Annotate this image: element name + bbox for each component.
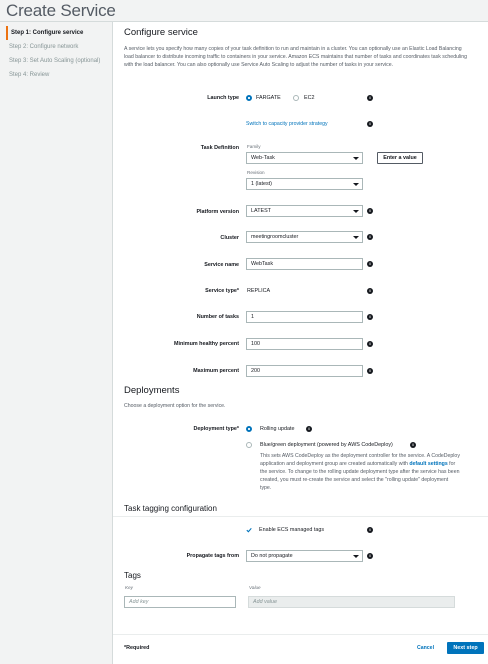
launch-type-label: Launch type	[207, 95, 239, 101]
info-icon[interactable]: i	[367, 261, 373, 267]
info-icon[interactable]: i	[367, 527, 373, 533]
service-type-value: REPLICA	[247, 288, 271, 294]
platform-version-value: LATEST	[251, 208, 271, 214]
chevron-down-icon	[353, 157, 359, 160]
ecs-managed-tags-label: Enable ECS managed tags	[259, 527, 325, 533]
deployments-heading: Deployments	[124, 385, 180, 396]
blue-green-label: Blue/green deployment (powered by AWS Co…	[260, 442, 393, 448]
deployments-description: Choose a deployment option for the servi…	[124, 403, 226, 409]
task-definition-label: Task Definition	[200, 145, 239, 151]
cluster-select[interactable]: meetingroomcluster	[246, 231, 363, 243]
page-title: Create Service	[6, 1, 116, 20]
cluster-value: meetingroomcluster	[251, 234, 299, 240]
info-icon[interactable]: i	[367, 234, 373, 240]
configure-heading: Configure service	[124, 27, 198, 38]
info-icon[interactable]: i	[367, 121, 373, 127]
platform-version-label: Platform version	[196, 209, 239, 215]
min-healthy-label: Minimum healthy percent	[174, 341, 239, 347]
info-icon[interactable]: i	[367, 368, 373, 374]
step-auto-scaling[interactable]: Step 3: Set Auto Scaling (optional)	[6, 54, 110, 68]
info-icon[interactable]: i	[410, 442, 416, 448]
info-icon[interactable]: i	[367, 341, 373, 347]
family-value: Web-Task	[251, 155, 275, 161]
launch-fargate-radio[interactable]	[246, 95, 252, 101]
main-panel: Configure service A service lets you spe…	[113, 22, 488, 664]
launch-fargate-label: FARGATE	[256, 95, 281, 101]
family-select[interactable]: Web-Task	[246, 152, 363, 164]
enter-value-button[interactable]: Enter a value	[377, 152, 423, 164]
platform-version-select[interactable]: LATEST	[246, 205, 363, 217]
family-label: Family	[247, 144, 261, 149]
step-configure-service[interactable]: Step 1: Configure service	[6, 26, 110, 40]
tag-key-input[interactable]: Add key	[124, 596, 236, 608]
footer-divider	[113, 634, 488, 635]
cluster-label: Cluster	[220, 235, 239, 241]
ecs-managed-tags-checkbox[interactable]	[246, 527, 252, 533]
capacity-provider-link[interactable]: Switch to capacity provider strategy	[246, 121, 328, 127]
service-name-label: Service name	[204, 262, 239, 268]
info-icon[interactable]: i	[367, 208, 373, 214]
cancel-link[interactable]: Cancel	[417, 645, 434, 651]
launch-ec2-radio[interactable]	[293, 95, 299, 101]
propagate-tags-label: Propagate tags from	[186, 553, 239, 559]
required-note: *Required	[124, 645, 150, 651]
revision-select[interactable]: 1 (latest)	[246, 178, 363, 190]
max-percent-label: Maximum percent	[193, 368, 239, 374]
max-percent-input[interactable]: 200	[246, 365, 363, 377]
propagate-tags-select[interactable]: Do not propagate	[246, 550, 363, 562]
chevron-down-icon	[353, 555, 359, 558]
deployment-type-label: Deployment type*	[193, 426, 239, 432]
launch-ec2-label: EC2	[304, 95, 315, 101]
number-of-tasks-label: Number of tasks	[196, 314, 239, 320]
chevron-down-icon	[353, 183, 359, 186]
info-icon[interactable]: i	[367, 288, 373, 294]
info-icon[interactable]: i	[306, 426, 312, 432]
chevron-down-icon	[353, 236, 359, 239]
propagate-tags-value: Do not propagate	[251, 553, 293, 559]
wizard-steps: Step 1: Configure service Step 2: Config…	[6, 26, 110, 82]
step-configure-network[interactable]: Step 2: Configure network	[6, 40, 110, 54]
min-healthy-input[interactable]: 100	[246, 338, 363, 350]
default-settings-link[interactable]: default settings	[409, 461, 447, 467]
task-tagging-heading: Task tagging configuration	[124, 504, 217, 513]
rolling-update-radio[interactable]	[246, 426, 252, 432]
step-review[interactable]: Step 4: Review	[6, 68, 110, 82]
blue-green-radio[interactable]	[246, 442, 252, 448]
revision-value: 1 (latest)	[251, 181, 272, 187]
info-icon[interactable]: i	[367, 553, 373, 559]
rolling-update-label: Rolling update	[260, 426, 295, 432]
next-step-button[interactable]: Next step	[447, 642, 484, 654]
chevron-down-icon	[353, 210, 359, 213]
configure-description: A service lets you specify how many copi…	[124, 46, 468, 68]
service-type-label: Service type*	[205, 288, 239, 294]
blue-green-description: This sets AWS CodeDeploy as the deployme…	[260, 452, 460, 492]
service-name-input[interactable]: WebTask	[246, 258, 363, 270]
info-icon[interactable]: i	[367, 95, 373, 101]
tag-value-input[interactable]: Add value	[248, 596, 455, 608]
info-icon[interactable]: i	[367, 314, 373, 320]
revision-label: Revision	[247, 170, 265, 175]
tags-key-column: Key	[125, 585, 133, 590]
section-divider	[113, 516, 488, 517]
tags-heading: Tags	[124, 571, 141, 580]
number-of-tasks-input[interactable]: 1	[246, 311, 363, 323]
tags-value-column: Value	[249, 585, 261, 590]
checkmark-icon	[246, 527, 252, 533]
